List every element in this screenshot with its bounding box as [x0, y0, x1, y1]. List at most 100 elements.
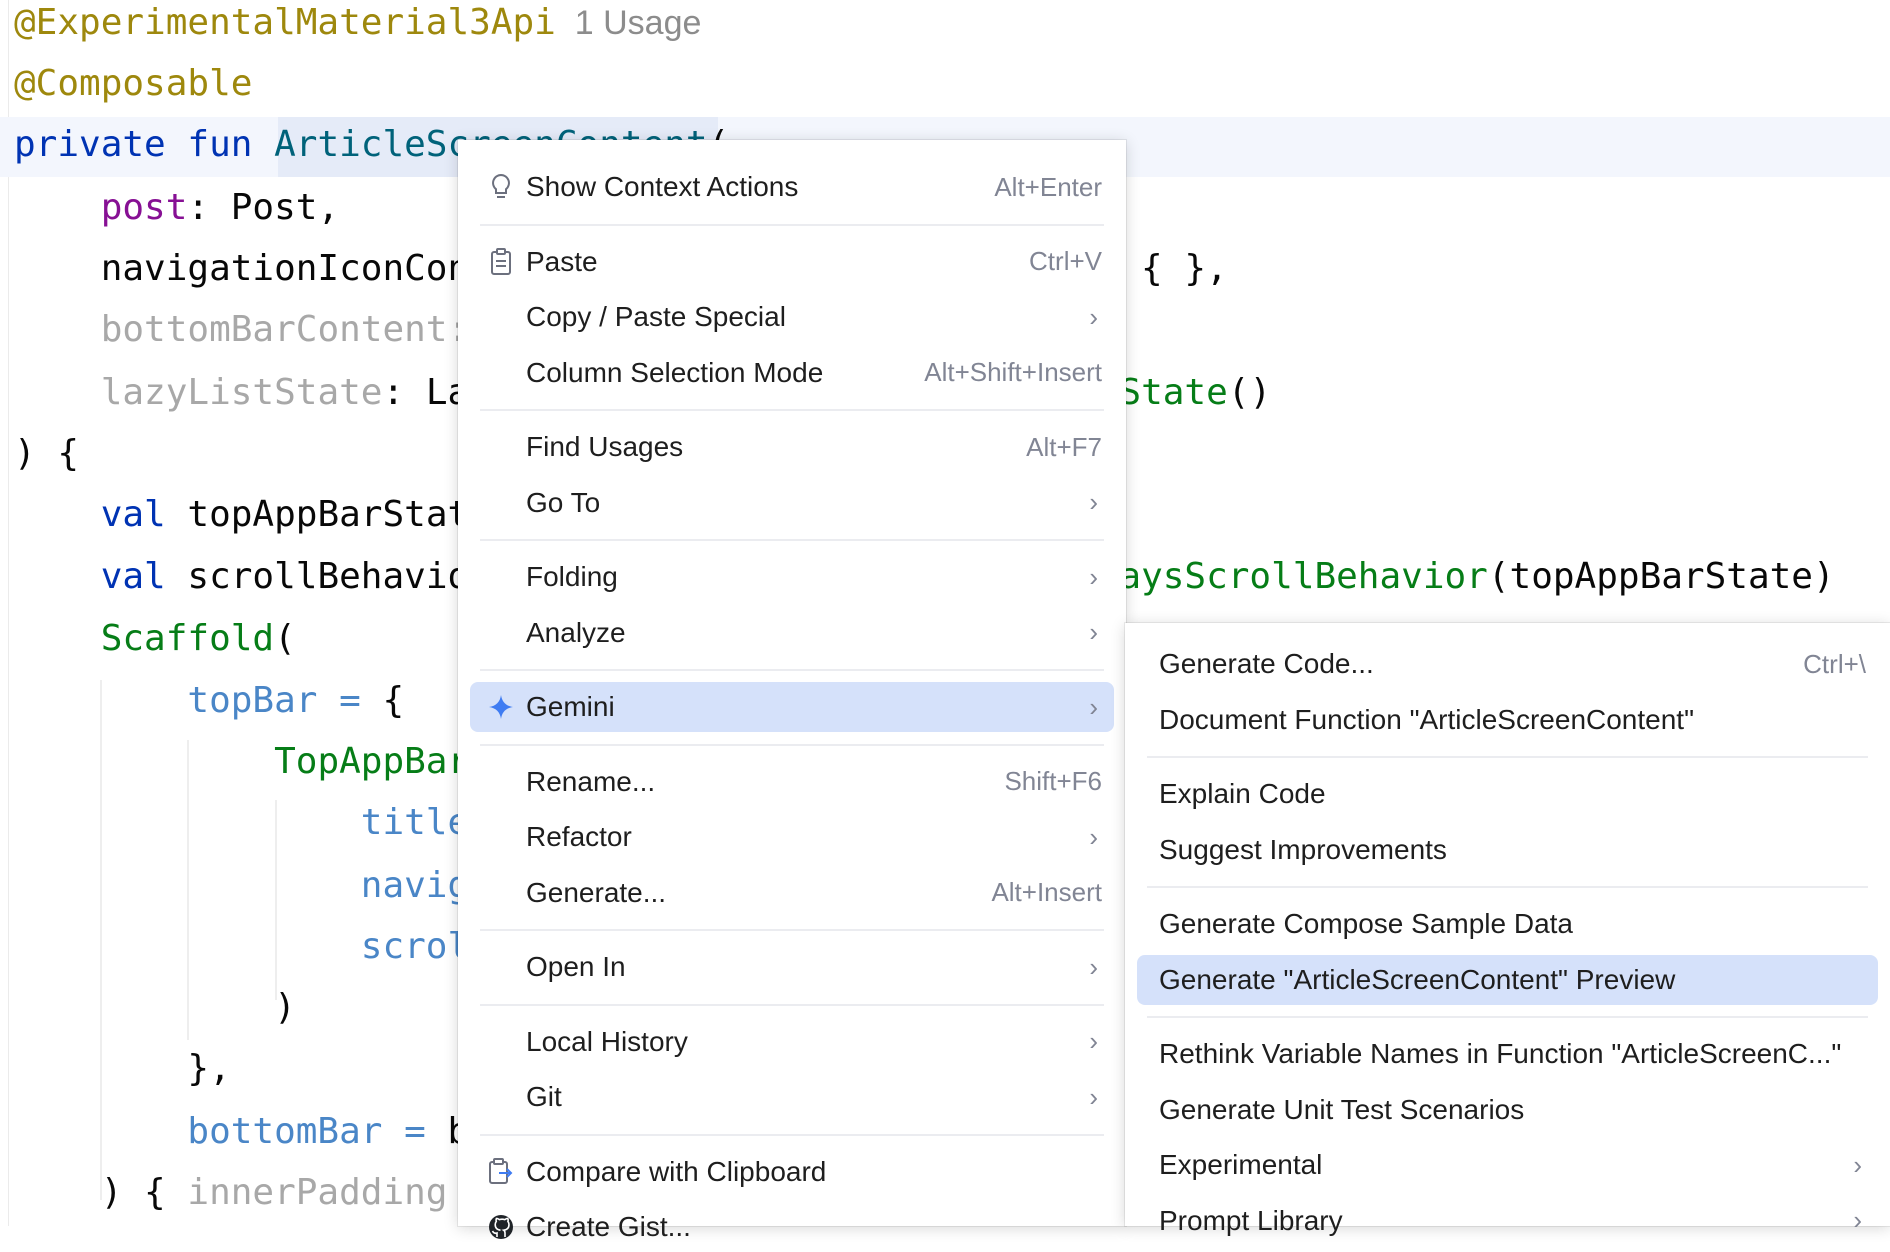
code-token: bottomBar =	[187, 1110, 448, 1152]
chevron-right-icon: ›	[1089, 1026, 1098, 1056]
code-line[interactable]: },	[14, 1038, 231, 1100]
menu-item-column-selection-mode[interactable]: Column Selection Mode Alt+Shift+Insert	[470, 348, 1114, 398]
chevron-right-icon: ›	[1853, 1205, 1862, 1235]
code-token: ()	[1227, 371, 1272, 413]
menu-item-label: Git	[526, 1081, 562, 1112]
menu-item-generate-code[interactable]: Generate Code... Ctrl+\	[1137, 639, 1878, 689]
menu-item-shortcut: Alt+Insert	[991, 877, 1102, 907]
menu-item-gemini[interactable]: Gemini ›	[470, 682, 1114, 732]
code-token: innerPadding	[187, 1172, 448, 1213]
compare-clipboard-icon	[484, 1147, 518, 1197]
code-line[interactable]: TopAppBar(	[14, 731, 491, 793]
menu-item-label: Generate Compose Sample Data	[1159, 908, 1573, 939]
code-token: title	[360, 802, 470, 844]
code-line[interactable]: topBar = {	[14, 670, 404, 732]
code-token: : Post,	[187, 186, 340, 228]
menu-item-go-to[interactable]: Go To ›	[470, 478, 1114, 528]
menu-item-suggest-improvements[interactable]: Suggest Improvements	[1137, 825, 1878, 875]
chevron-right-icon: ›	[1089, 487, 1098, 517]
menu-separator	[480, 539, 1104, 541]
code-line[interactable]: @ExperimentalMaterial3Api 1 Usage	[14, 0, 701, 54]
menu-separator	[1147, 886, 1868, 888]
menu-item-label: Open In	[526, 951, 626, 982]
menu-item-generate[interactable]: Generate... Alt+Insert	[470, 868, 1114, 918]
editor-context-menu: Show Context Actions Alt+Enter Paste Ctrl+V…	[458, 140, 1126, 1242]
menu-item-shortcut: Alt+F7	[1026, 431, 1102, 462]
code-line[interactable]: Scaffold(	[14, 608, 296, 670]
menu-item-refactor[interactable]: Refactor ›	[470, 812, 1114, 862]
menu-item-shortcut: Ctrl+V	[1029, 246, 1102, 276]
menu-item-local-history[interactable]: Local History ›	[470, 1017, 1114, 1067]
menu-item-create-gist[interactable]: Create Gist...	[470, 1202, 1114, 1252]
clipboard-icon	[484, 237, 518, 287]
menu-item-git[interactable]: Git ›	[470, 1072, 1114, 1122]
code-line[interactable]: ) {	[14, 423, 79, 485]
menu-item-paste[interactable]: Paste Ctrl+V	[470, 237, 1114, 287]
menu-item-compare-with-clipboard[interactable]: Compare with Clipboard	[470, 1147, 1114, 1197]
chevron-right-icon: ›	[1089, 301, 1098, 332]
code-token: val	[100, 556, 188, 598]
menu-item-label: Local History	[526, 1025, 688, 1057]
menu-item-analyze[interactable]: Analyze ›	[470, 608, 1114, 658]
menu-item-open-in[interactable]: Open In ›	[470, 942, 1114, 992]
menu-item-folding[interactable]: Folding ›	[470, 552, 1114, 602]
chevron-right-icon: ›	[1089, 617, 1098, 647]
code-token: @Composable	[14, 63, 253, 105]
menu-item-label: Generate "ArticleScreenContent" Preview	[1159, 963, 1676, 995]
menu-item-generate-compose-sample-data[interactable]: Generate Compose Sample Data	[1137, 899, 1878, 949]
menu-item-document-function[interactable]: Document Function "ArticleScreenContent"	[1137, 695, 1878, 745]
menu-item-experimental[interactable]: Experimental ›	[1137, 1140, 1878, 1190]
code-token: TopAppBar	[274, 741, 470, 783]
menu-item-copy-paste-special[interactable]: Copy / Paste Special ›	[470, 292, 1114, 342]
menu-item-label: Document Function "ArticleScreenContent"	[1159, 703, 1695, 735]
menu-item-rethink-variable-names[interactable]: Rethink Variable Names in Function "Arti…	[1137, 1029, 1878, 1079]
menu-item-label: Generate...	[526, 876, 667, 908]
menu-separator	[480, 743, 1104, 746]
menu-item-label: Rename...	[526, 765, 656, 797]
menu-item-find-usages[interactable]: Find Usages Alt+F7	[470, 422, 1114, 472]
menu-item-label: Refactor	[526, 821, 632, 852]
menu-item-prompt-library[interactable]: Prompt Library ›	[1137, 1196, 1878, 1246]
code-line[interactable]: )	[14, 977, 296, 1039]
menu-item-show-context-actions[interactable]: Show Context Actions Alt+Enter	[470, 162, 1114, 212]
code-line[interactable]: @Composable	[14, 53, 252, 115]
menu-item-label: Explain Code	[1159, 778, 1326, 809]
chevron-right-icon: ›	[1089, 691, 1098, 722]
menu-separator	[1147, 756, 1868, 758]
menu-separator	[480, 409, 1104, 411]
menu-item-shortcut: Ctrl+\	[1803, 648, 1866, 679]
chevron-right-icon: ›	[1089, 1081, 1098, 1112]
menu-item-explain-code[interactable]: Explain Code	[1137, 769, 1878, 819]
code-token: val	[100, 494, 188, 535]
menu-item-label: Paste	[526, 245, 598, 277]
menu-separator	[1147, 1016, 1868, 1018]
lightbulb-icon	[484, 162, 518, 212]
gutter-divider	[8, 0, 9, 1226]
code-line[interactable]: ) { innerPadding ->	[14, 1162, 513, 1224]
menu-item-rename[interactable]: Rename... Shift+F6	[470, 757, 1114, 807]
gemini-submenu: Generate Code... Ctrl+\ Document Function …	[1125, 623, 1890, 1236]
menu-item-generate-unit-test-scenarios[interactable]: Generate Unit Test Scenarios	[1137, 1085, 1878, 1135]
menu-separator	[480, 1003, 1104, 1006]
menu-item-generate-preview[interactable]: Generate "ArticleScreenContent" Preview	[1137, 954, 1878, 1005]
code-line[interactable]: title	[14, 792, 469, 854]
menu-item-label: Create Gist...	[526, 1211, 691, 1242]
menu-item-label: Generate Unit Test Scenarios	[1159, 1093, 1525, 1125]
chevron-right-icon: ›	[1853, 1149, 1862, 1180]
code-line[interactable]: post: Post,	[14, 177, 339, 239]
menu-separator	[480, 929, 1104, 931]
chevron-right-icon: ›	[1089, 951, 1098, 982]
code-token: },	[14, 1048, 231, 1090]
code-token: )	[14, 987, 296, 1029]
menu-item-label: Analyze	[526, 616, 626, 648]
code-token: 1 Usage	[555, 4, 702, 42]
code-token: Scaffold	[100, 617, 275, 659]
